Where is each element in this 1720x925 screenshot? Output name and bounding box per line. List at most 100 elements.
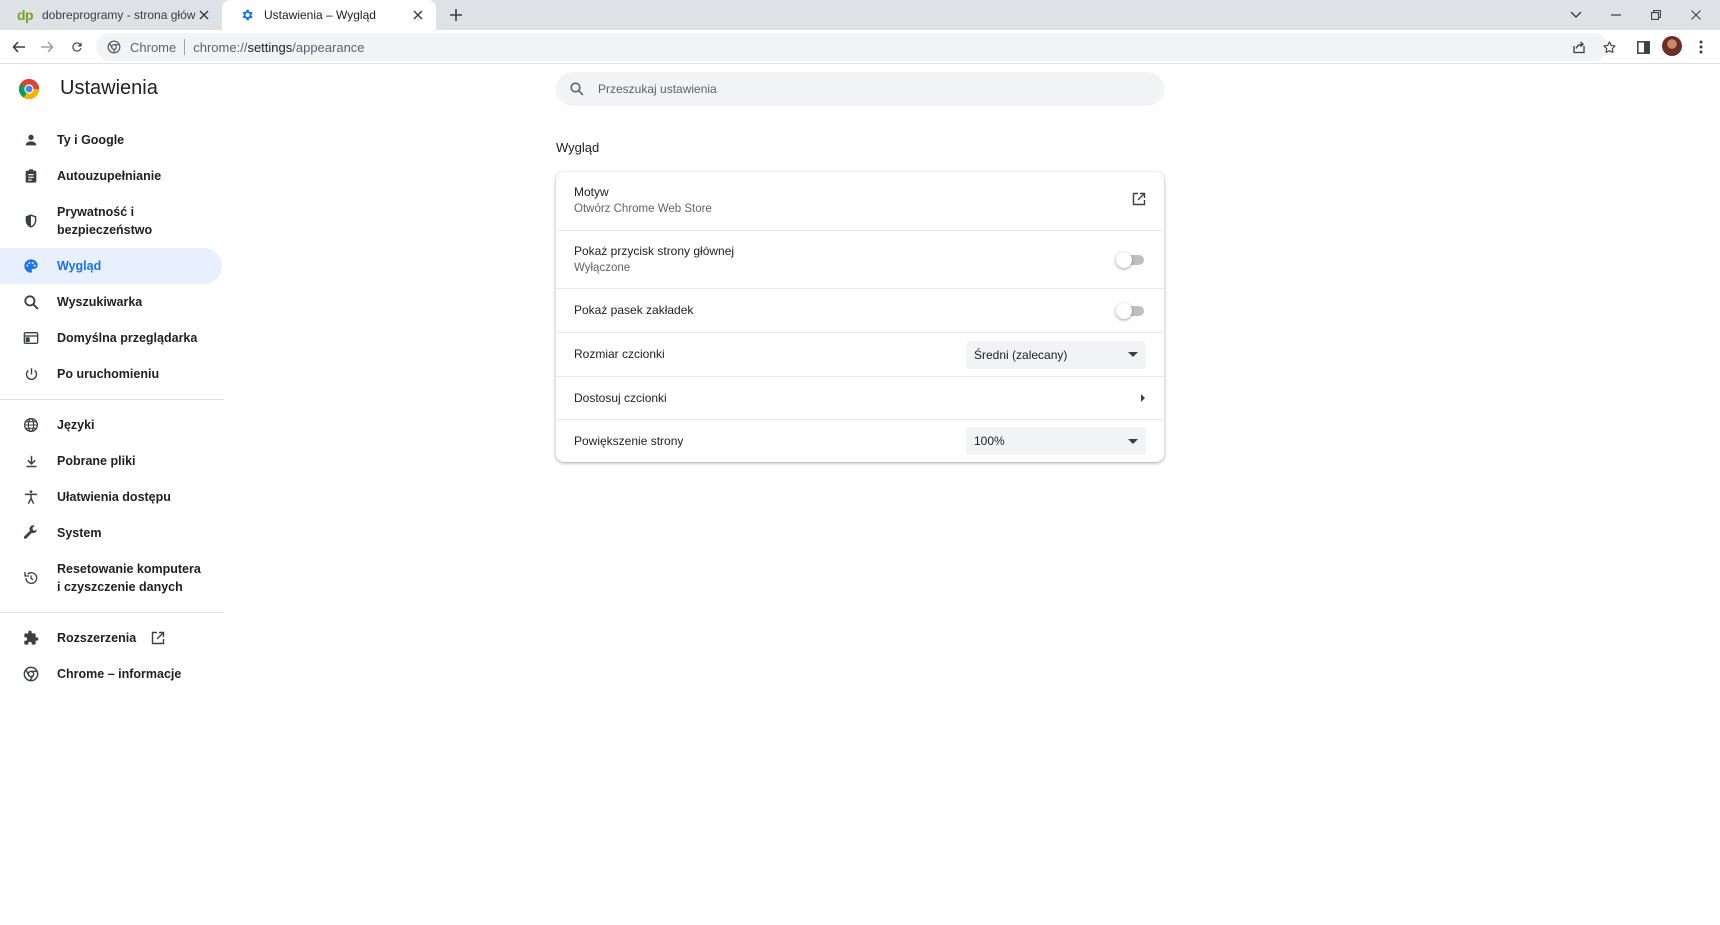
dp-logo-icon: dp (16, 7, 34, 23)
sidebar-item-label: Resetowanie komputera i czyszczenie dany… (57, 562, 201, 594)
sidebar-item-downloads[interactable]: Pobrane pliki (0, 443, 224, 479)
search-input[interactable]: Przeszukaj ustawienia (556, 72, 1164, 106)
sidebar-item-label: Ułatwienia dostępu (57, 490, 171, 504)
sidebar-item-system[interactable]: System (0, 515, 224, 551)
font-size-label: Rozmiar czcionki (574, 347, 665, 361)
sidebar-item-accessibility[interactable]: Ułatwienia dostępu (0, 479, 224, 515)
more-menu-icon[interactable] (1690, 36, 1712, 58)
sidebar-item-label: Rozszerzenia (57, 631, 137, 645)
shield-icon (22, 212, 40, 230)
settings-sidebar: Ty i Google Autouzupełnianie Prywatność … (0, 122, 224, 692)
sidebar-item-label: Wygląd (57, 259, 102, 273)
sidebar-divider (0, 612, 224, 613)
font-size-row: Rozmiar czcionki Średni (zalecany) (556, 332, 1164, 376)
home-button-row: Pokaż przycisk strony głównej Wyłączone (556, 230, 1164, 288)
bookmarks-bar-label: Pokaż pasek zakładek (574, 303, 694, 317)
sidebar-item-extensions[interactable]: Rozszerzenia (0, 620, 224, 656)
page-zoom-label: Powiększenie strony (574, 433, 684, 448)
sidebar-item-label: System (57, 526, 102, 540)
clipboard-icon (22, 167, 40, 185)
sidebar-item-you-and-google[interactable]: Ty i Google (0, 122, 224, 158)
page-zoom-select[interactable]: 100% (966, 427, 1146, 455)
appearance-card: Motyw Otwórz Chrome Web Store Pokaż przy… (556, 172, 1164, 462)
download-icon (22, 452, 40, 470)
side-panel-icon[interactable] (1632, 36, 1654, 58)
sidebar-item-label: Domyślna przeglądarka (57, 331, 198, 345)
theme-label: Motyw (574, 185, 609, 199)
sidebar-item-label: Po uruchomieniu (57, 367, 160, 381)
restore-window-icon[interactable] (1636, 0, 1676, 30)
power-icon (22, 365, 40, 383)
section-title: Wygląd (556, 140, 600, 155)
palette-icon (22, 257, 40, 275)
chrome-icon (22, 665, 40, 683)
reload-icon[interactable] (66, 36, 88, 58)
person-icon (22, 131, 40, 149)
tab-dobreprogramy[interactable]: dp dobreprogramy - strona główna (0, 0, 222, 30)
sidebar-item-privacy[interactable]: Prywatność i bezpieczeństwo (0, 194, 224, 248)
sidebar-item-languages[interactable]: Języki (0, 407, 224, 443)
sidebar-item-on-startup[interactable]: Po uruchomieniu (0, 356, 224, 392)
sidebar-item-reset[interactable]: Resetowanie komputera i czyszczenie dany… (0, 551, 224, 605)
tab-search-chevron-down-icon[interactable] (1556, 0, 1596, 30)
sidebar-item-label: Autouzupełnianie (57, 169, 162, 183)
browser-icon (22, 329, 40, 347)
site-chip: Chrome (130, 39, 177, 55)
open-in-new-icon[interactable] (1132, 192, 1146, 211)
chrome-icon (106, 39, 122, 55)
tab-settings[interactable]: Ustawienia – Wygląd (222, 0, 436, 30)
sidebar-item-appearance[interactable]: Wygląd (0, 248, 222, 284)
globe-icon (22, 416, 40, 434)
sidebar-item-label: Ty i Google (57, 133, 125, 147)
puzzle-icon (22, 629, 40, 647)
chrome-logo-icon (18, 78, 40, 100)
customize-fonts-row[interactable]: Dostosuj czcionki (556, 376, 1164, 419)
minimize-icon[interactable] (1596, 0, 1636, 30)
url-scheme: chrome:// (193, 39, 248, 55)
dropdown-arrow-icon (1128, 438, 1138, 444)
url-host: settings (247, 39, 293, 55)
share-icon[interactable] (1568, 36, 1590, 58)
theme-row[interactable]: Motyw Otwórz Chrome Web Store (556, 172, 1164, 230)
bookmark-star-icon[interactable] (1598, 36, 1620, 58)
tab-title: Ustawienia – Wygląd (264, 8, 376, 22)
close-window-icon[interactable] (1676, 0, 1716, 30)
toggle-knob (1116, 251, 1132, 268)
home-button-sublabel: Wyłączone (574, 261, 631, 274)
sidebar-item-about-chrome[interactable]: Chrome – informacje (0, 656, 224, 692)
tab-strip: dp dobreprogramy - strona główna Ustawie… (0, 0, 1720, 30)
sidebar-item-default-browser[interactable]: Domyślna przeglądarka (0, 320, 224, 356)
gear-icon (238, 7, 256, 23)
sidebar-item-autofill[interactable]: Autouzupełnianie (0, 158, 224, 194)
search-icon (568, 80, 586, 98)
sidebar-item-label: Wyszukiwarka (57, 295, 143, 309)
toggle-knob (1116, 302, 1132, 319)
address-bar[interactable]: Chrome chrome://settings/appearance (96, 33, 1608, 61)
tab-title: dobreprogramy - strona główna (42, 8, 196, 22)
open-in-new-icon (150, 630, 166, 646)
new-tab-button[interactable] (446, 5, 466, 25)
back-arrow-icon[interactable] (8, 36, 30, 58)
sidebar-divider (0, 399, 224, 400)
home-button-label: Pokaż przycisk strony głównej (574, 243, 735, 258)
sidebar-item-label: Prywatność i bezpieczeństwo (57, 205, 153, 237)
wrench-icon (22, 524, 40, 542)
sidebar-item-search-engine[interactable]: Wyszukiwarka (0, 284, 224, 320)
divider (184, 39, 186, 55)
close-icon[interactable] (196, 7, 212, 23)
home-button-toggle[interactable] (1116, 251, 1146, 268)
font-size-select[interactable]: Średni (zalecany) (966, 340, 1146, 369)
theme-sublabel: Otwórz Chrome Web Store (574, 203, 712, 215)
forward-arrow-icon[interactable] (36, 36, 58, 58)
sidebar-item-label: Języki (57, 418, 95, 432)
font-size-value: Średni (zalecany) (974, 347, 1068, 362)
search-icon (22, 293, 40, 311)
accessibility-icon (22, 488, 40, 506)
page-title: Ustawienia (60, 77, 158, 99)
page-zoom-value: 100% (974, 434, 1005, 448)
sidebar-item-label: Chrome – informacje (57, 667, 182, 681)
chevron-right-icon (1140, 389, 1146, 407)
bookmarks-bar-toggle[interactable] (1116, 302, 1146, 319)
close-icon[interactable] (410, 7, 426, 23)
profile-avatar[interactable] (1662, 36, 1682, 56)
